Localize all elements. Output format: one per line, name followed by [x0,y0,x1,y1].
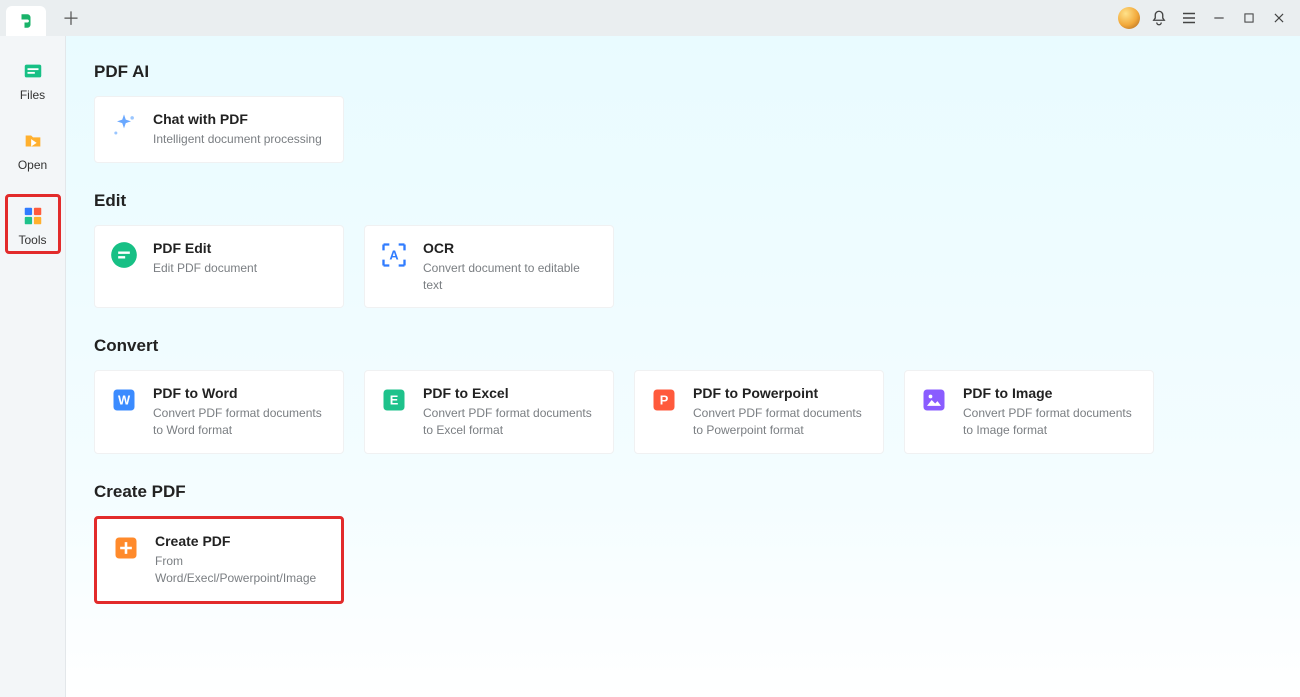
minimize-icon [1212,11,1226,25]
card-desc: Convert PDF format documents to Image fo… [963,405,1139,439]
excel-icon: E [379,385,409,415]
window-close-button[interactable] [1264,3,1294,33]
powerpoint-icon: P [649,385,679,415]
card-title: PDF to Excel [423,385,599,401]
card-desc: Intelligent document processing [153,131,322,148]
card-desc: From Word/Execl/Powerpoint/Image [155,553,327,587]
new-tab-button[interactable]: ＋ [56,3,86,33]
card-pdf-to-powerpoint[interactable]: P PDF to Powerpoint Convert PDF format d… [634,370,884,454]
word-icon: W [109,385,139,415]
card-desc: Convert PDF format documents to Word for… [153,405,329,439]
card-title: Chat with PDF [153,111,322,127]
svg-text:W: W [118,393,131,408]
maximize-icon [1242,11,1256,25]
notifications-button[interactable] [1144,3,1174,33]
card-ocr[interactable]: A OCR Convert document to editable text [364,225,614,309]
avatar-icon [1118,7,1140,29]
window-minimize-button[interactable] [1204,3,1234,33]
sidebar-item-open[interactable]: Open [7,124,59,176]
card-title: PDF to Powerpoint [693,385,869,401]
ocr-icon: A [379,240,409,270]
user-avatar[interactable] [1114,3,1144,33]
section-title-edit: Edit [94,191,1272,211]
card-pdf-to-word[interactable]: W PDF to Word Convert PDF format documen… [94,370,344,454]
card-desc: Convert PDF format documents to Excel fo… [423,405,599,439]
app-home-tab[interactable] [6,6,46,36]
sidebar-item-label: Open [18,158,47,172]
app-logo-icon [17,12,35,30]
section-title-pdf-ai: PDF AI [94,62,1272,82]
section-title-create: Create PDF [94,482,1272,502]
menu-button[interactable] [1174,3,1204,33]
section-title-convert: Convert [94,336,1272,356]
card-pdf-edit[interactable]: PDF Edit Edit PDF document [94,225,344,309]
card-title: PDF Edit [153,240,257,256]
sidebar-item-label: Files [20,88,45,102]
card-title: OCR [423,240,599,256]
card-title: PDF to Image [963,385,1139,401]
bell-icon [1150,9,1168,27]
sidebar-item-label: Tools [18,233,46,247]
card-pdf-to-excel[interactable]: E PDF to Excel Convert PDF format docume… [364,370,614,454]
svg-text:E: E [390,393,399,408]
card-desc: Convert PDF format documents to Powerpoi… [693,405,869,439]
card-chat-with-pdf[interactable]: Chat with PDF Intelligent document proce… [94,96,344,163]
sidebar-item-tools[interactable]: Tools [5,194,61,254]
svg-text:P: P [660,393,669,408]
window-titlebar: ＋ [0,0,1300,36]
card-desc: Convert document to editable text [423,260,599,294]
card-title: PDF to Word [153,385,329,401]
tools-icon [20,203,46,229]
open-icon [20,128,46,154]
window-maximize-button[interactable] [1234,3,1264,33]
files-icon [20,58,46,84]
hamburger-icon [1180,9,1198,27]
sidebar-item-files[interactable]: Files [7,54,59,106]
sparkle-icon [109,111,139,141]
card-pdf-to-image[interactable]: PDF to Image Convert PDF format document… [904,370,1154,454]
create-pdf-icon [111,533,141,563]
sidebar: Files Open Tools [0,36,66,697]
card-title: Create PDF [155,533,327,549]
close-icon [1272,11,1286,25]
card-create-pdf[interactable]: Create PDF From Word/Execl/Powerpoint/Im… [94,516,344,604]
svg-text:A: A [389,247,398,262]
pdf-edit-icon [109,240,139,270]
image-icon [919,385,949,415]
content-area: PDF AI Chat with PDF Intelligent documen… [66,36,1300,697]
card-desc: Edit PDF document [153,260,257,277]
